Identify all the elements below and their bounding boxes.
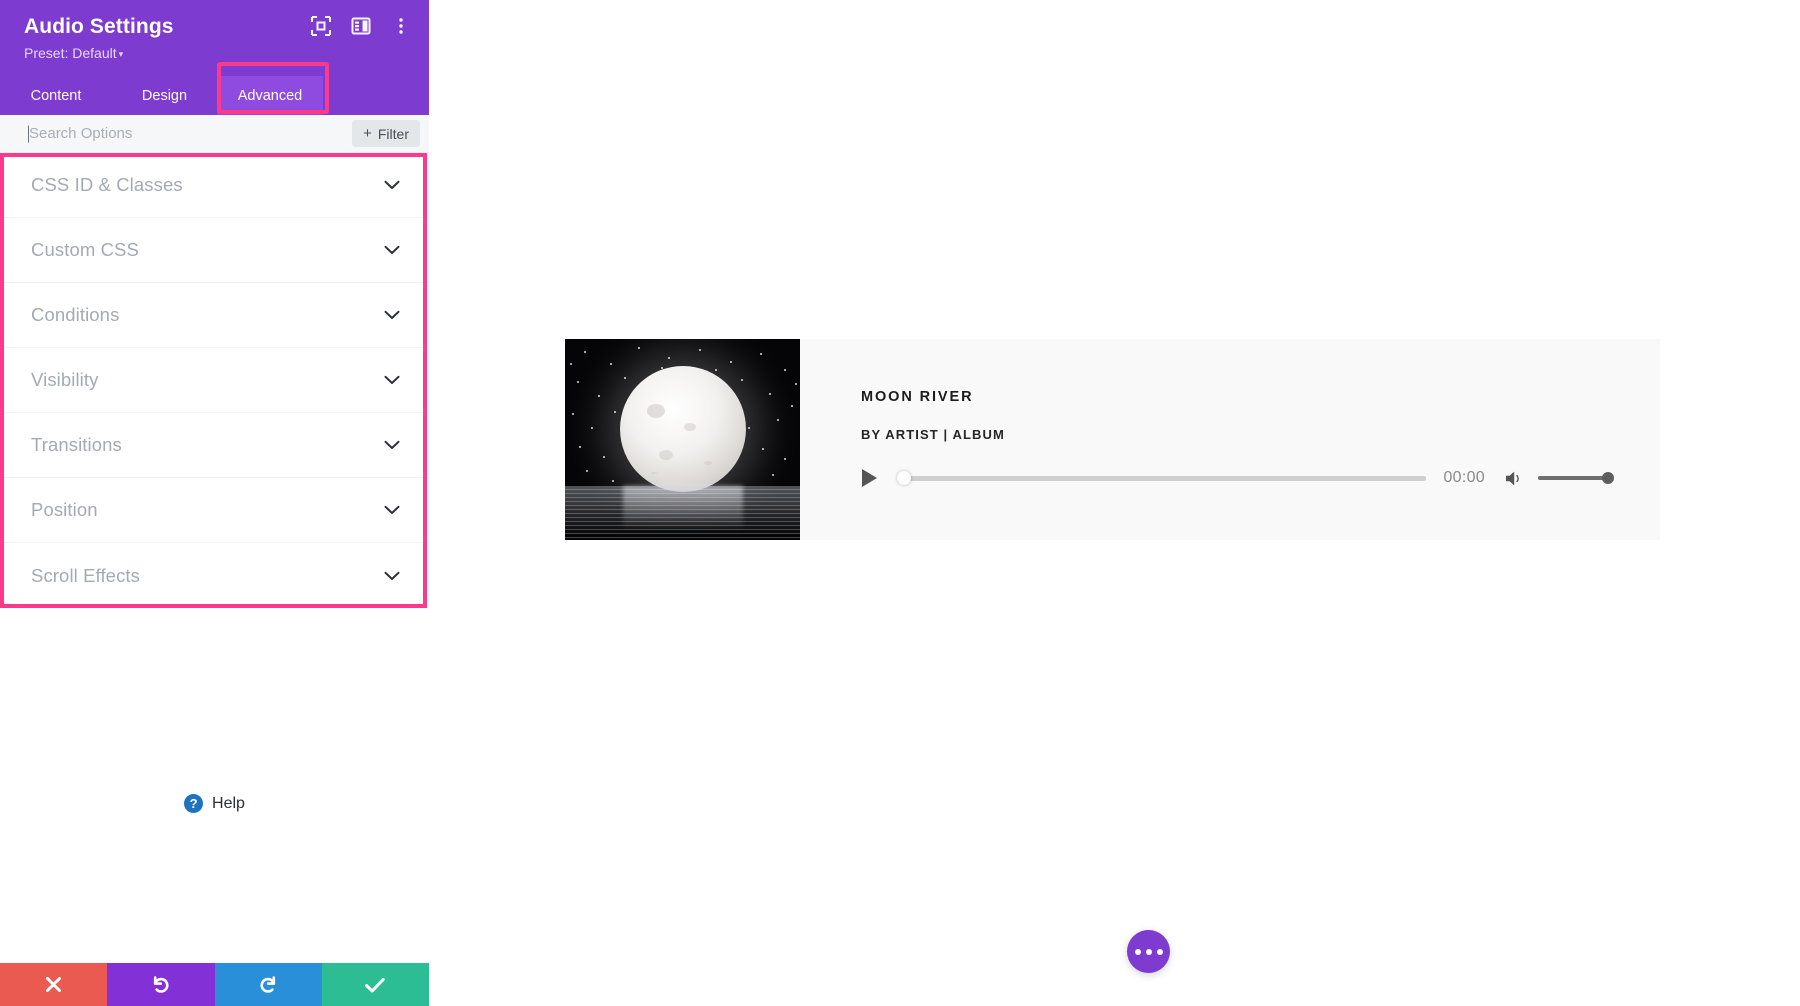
search-input[interactable] [29,124,353,142]
help-label: Help [212,794,245,812]
advanced-options-list: CSS ID & Classes Custom CSS Conditions V… [0,153,429,608]
help-button[interactable]: ? Help [184,644,245,963]
redo-icon [260,976,275,993]
current-time: 00:00 [1443,469,1485,486]
redo-button[interactable] [214,963,322,1006]
screen: Audio Settings Preset: Default ▾ Content… [0,0,1800,1006]
chevron-down-icon: ▾ [118,49,124,59]
tab-design[interactable]: Design [112,76,217,115]
track-title: MOON RIVER [861,389,974,405]
filter-button-label: Filter [377,125,409,142]
accordion-label: Scroll Effects [31,564,141,586]
accordion-row-scroll-effects[interactable]: Scroll Effects [0,543,429,608]
volume-track [1538,476,1608,480]
plus-icon: + [363,125,372,142]
search-bar: + Filter [0,115,429,153]
page-settings-fab[interactable] [1127,930,1170,973]
accordion-label: Visibility [31,369,99,390]
chevron-down-icon [384,571,400,580]
chevron-down-icon [384,440,400,449]
accordion-row-css-id-classes[interactable]: CSS ID & Classes [0,153,429,218]
progress-track [905,475,1427,481]
tab-advanced[interactable]: Advanced [217,76,323,115]
moon-graphic [619,366,746,492]
checkmark-icon [365,977,386,992]
panel-tabs: Content Design Advanced [0,62,429,115]
close-icon [46,977,62,992]
volume-icon[interactable] [1505,470,1524,487]
page-preview: MOON RIVER BY ARTIST | ALBUM 00:00 [429,0,1800,1006]
audio-settings-panel: Audio Settings Preset: Default ▾ Content… [0,0,429,1006]
layout-panel-icon[interactable] [351,16,371,36]
chevron-down-icon [384,375,400,384]
more-vertical-icon[interactable] [391,16,411,36]
track-info: MOON RIVER BY ARTIST | ALBUM 00:00 [800,339,1660,540]
text-cursor-icon [28,125,29,142]
chevron-down-icon [384,245,400,254]
progress-knob[interactable] [897,471,911,485]
track-subtitle: BY ARTIST | ALBUM [861,427,1005,442]
panel-header: Audio Settings Preset: Default ▾ [0,0,429,76]
play-icon[interactable] [861,468,878,488]
accordion-list: CSS ID & Classes Custom CSS Conditions V… [0,153,429,608]
panel-header-icons [311,16,411,36]
water-reflection [565,486,800,540]
accordion-label: CSS ID & Classes [31,174,183,195]
chevron-down-icon [384,180,400,189]
accordion-label: Conditions [31,304,120,325]
volume-slider[interactable] [1538,471,1614,485]
accordion-row-transitions[interactable]: Transitions [0,413,429,478]
filter-button[interactable]: + Filter [352,120,420,147]
accordion-row-position[interactable]: Position [0,478,429,543]
preset-label: Preset: Default [24,45,117,61]
focus-icon[interactable] [311,16,331,36]
accordion-label: Transitions [31,434,122,455]
chevron-down-icon [384,310,400,319]
chevron-down-icon [384,505,400,514]
dot-icon [1145,948,1152,955]
progress-slider[interactable] [897,471,1427,485]
accordion-row-visibility[interactable]: Visibility [0,348,429,413]
album-art [565,339,800,540]
help-area: ? Help [0,608,429,963]
save-button[interactable] [321,963,429,1006]
preset-selector[interactable]: Preset: Default ▾ [24,44,407,64]
accordion-label: Position [31,499,98,520]
accordion-row-conditions[interactable]: Conditions [0,283,429,348]
dot-icon [1134,948,1141,955]
panel-action-bar [0,963,429,1006]
audio-player-module: MOON RIVER BY ARTIST | ALBUM 00:00 [565,339,1660,540]
question-mark-icon: ? [184,794,204,813]
search-input-wrapper [0,124,353,143]
volume-knob[interactable] [1602,472,1614,484]
audio-controls: 00:00 [861,468,1660,488]
accordion-row-custom-css[interactable]: Custom CSS [0,218,429,283]
dot-icon [1156,948,1163,955]
tab-content[interactable]: Content [0,76,112,115]
cancel-button[interactable] [0,963,108,1006]
accordion-label: Custom CSS [31,239,139,260]
undo-icon [154,976,169,993]
undo-button[interactable] [107,963,215,1006]
